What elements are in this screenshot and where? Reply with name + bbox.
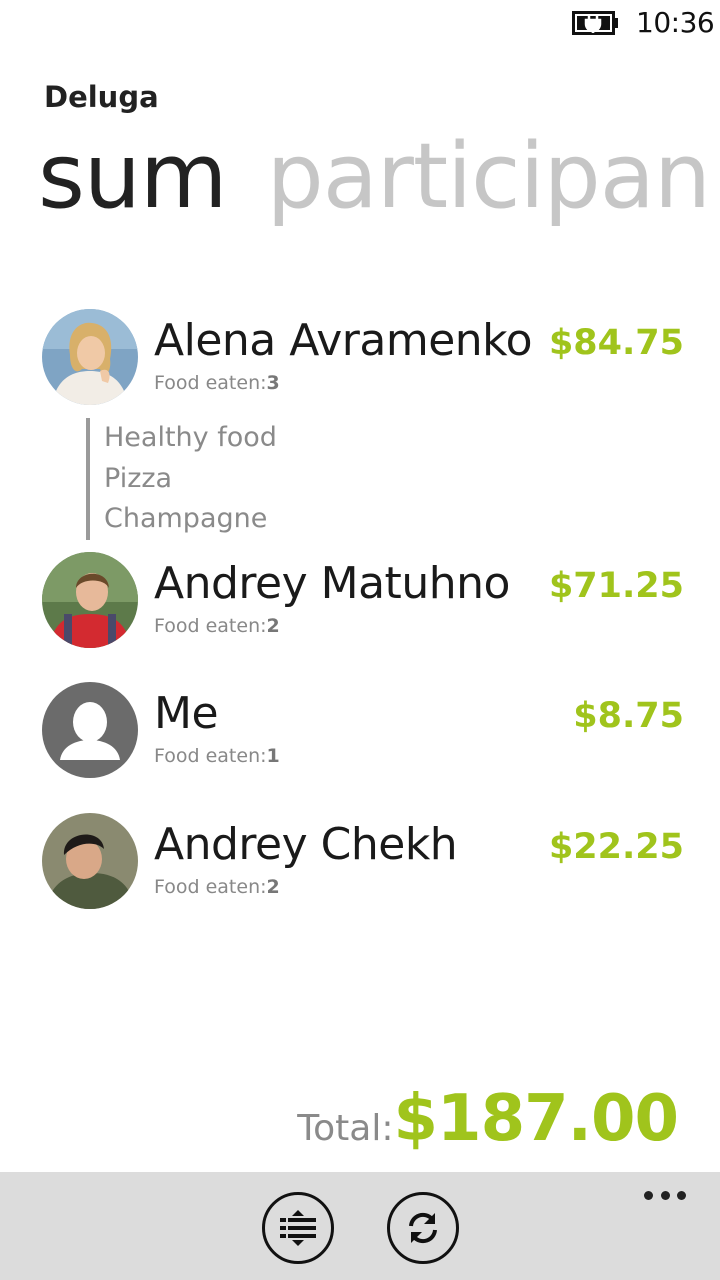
participant-name: Andrey Matuhno (154, 558, 510, 609)
screen: 10:36 Deluga sum participan Alena Avramen… (0, 0, 720, 1280)
avatar-photo-icon (42, 309, 138, 405)
status-bar: 10:36 (0, 0, 720, 48)
food-eaten-count: Food eaten:3 (154, 372, 280, 394)
participant-name: Alena Avramenko (154, 315, 533, 366)
battery-charging-icon (572, 11, 618, 35)
avatar-photo-icon (42, 813, 138, 909)
refresh-button[interactable] (387, 1192, 459, 1264)
split-list-button[interactable] (262, 1192, 334, 1264)
refresh-icon (409, 1212, 437, 1244)
participant-name: Me (154, 688, 219, 739)
total-value: $187.00 (393, 1082, 679, 1156)
participant-amount: $8.75 (573, 696, 684, 736)
food-eaten-value: 2 (266, 876, 280, 898)
pivot-headers: sum participan (38, 132, 711, 222)
food-item: Pizza (104, 462, 173, 494)
pivot-tab-participants[interactable]: participan (267, 132, 711, 222)
food-eaten-label: Food eaten: (154, 615, 267, 637)
participant-amount: $84.75 (548, 323, 684, 363)
food-eaten-label: Food eaten: (154, 372, 267, 394)
food-eaten-label: Food eaten: (154, 745, 267, 767)
food-item: Champagne (104, 503, 268, 534)
food-eaten-value: 2 (266, 615, 280, 637)
pivot-tab-sum[interactable]: sum (38, 132, 228, 222)
participant-name: Andrey Chekh (154, 819, 458, 870)
more-options-icon[interactable] (644, 1188, 686, 1202)
expanded-food-list: Healthy food Pizza Champagne (86, 418, 277, 540)
food-eaten-count: Food eaten:2 (154, 876, 280, 898)
food-eaten-value: 1 (266, 745, 280, 767)
clock: 10:36 (636, 6, 715, 39)
avatar-photo-icon (42, 552, 138, 648)
app-bar (0, 1172, 720, 1280)
food-eaten-count: Food eaten:1 (154, 745, 280, 767)
total-summary: Total:$187.00 (297, 1082, 679, 1156)
food-eaten-value: 3 (266, 372, 280, 394)
participant-amount: $22.25 (548, 827, 684, 867)
food-item: Healthy food (104, 422, 277, 453)
total-label: Total: (297, 1108, 394, 1149)
food-eaten-label: Food eaten: (154, 876, 267, 898)
participant-amount: $71.25 (548, 566, 684, 606)
default-person-icon (42, 682, 138, 778)
food-eaten-count: Food eaten:2 (154, 615, 280, 637)
split-list-icon (280, 1210, 316, 1246)
app-title: Deluga (44, 80, 159, 114)
